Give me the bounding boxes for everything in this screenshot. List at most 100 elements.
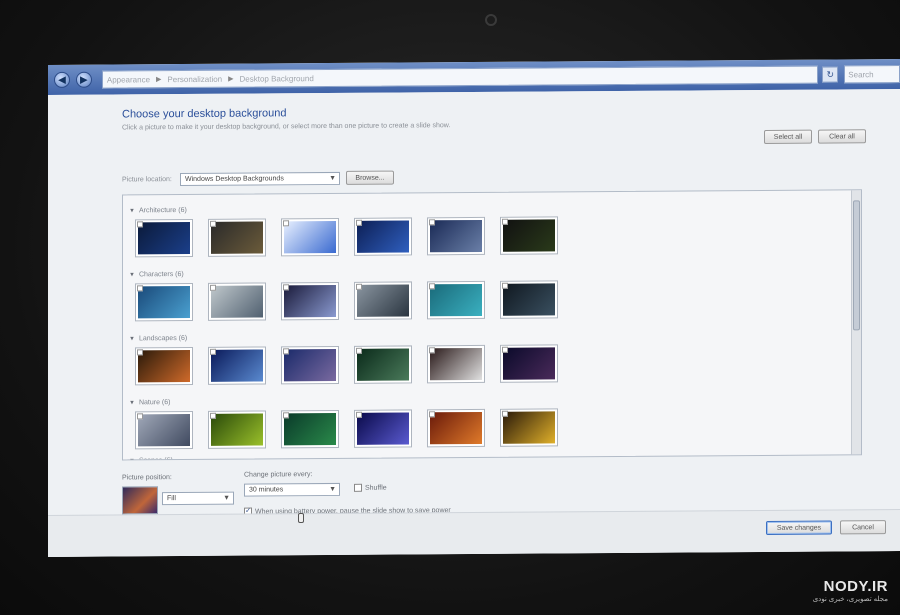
wallpaper-thumbnail[interactable]: [427, 216, 485, 256]
wallpaper-image: [357, 220, 409, 253]
wallpaper-image: [430, 283, 482, 317]
thumbnail-checkbox[interactable]: [137, 221, 143, 228]
thumbnail-checkbox[interactable]: [502, 282, 508, 289]
thumbnail-checkbox[interactable]: [356, 283, 362, 290]
shuffle-checkbox[interactable]: [354, 483, 362, 492]
watermark-logo: NODY.IR: [823, 578, 888, 595]
collapse-arrow-icon[interactable]: ▼: [129, 400, 135, 406]
wallpaper-image: [138, 349, 190, 383]
gallery-group-header[interactable]: ▼ Architecture (6): [129, 207, 187, 214]
wallpaper-thumbnail[interactable]: [208, 218, 266, 257]
thumbnail-checkbox[interactable]: [429, 347, 435, 354]
wallpaper-thumbnail[interactable]: [427, 344, 485, 384]
scroll-thumb[interactable]: [853, 200, 860, 331]
cancel-button[interactable]: Cancel: [840, 520, 886, 535]
collapse-arrow-icon[interactable]: ▼: [129, 272, 135, 278]
wallpaper-thumbnail[interactable]: [354, 217, 412, 256]
thumbnail-checkbox[interactable]: [210, 348, 216, 355]
wallpaper-thumbnail[interactable]: [281, 409, 339, 449]
change-interval-select[interactable]: 30 minutes ▼: [244, 482, 340, 497]
wallpaper-thumbnail[interactable]: [135, 282, 193, 322]
wallpaper-thumbnail[interactable]: [135, 346, 193, 386]
back-button[interactable]: ◀: [54, 71, 70, 88]
thumbnail-checkbox[interactable]: [137, 349, 143, 356]
select-all-button[interactable]: Select all: [764, 129, 812, 144]
thumbnail-checkbox[interactable]: [283, 348, 289, 355]
wallpaper-thumbnail[interactable]: [281, 217, 339, 257]
thumbnail-checkbox[interactable]: [502, 218, 508, 225]
thumbnail-checkbox[interactable]: [210, 284, 216, 291]
thumbnail-checkbox[interactable]: [502, 346, 508, 353]
collapse-arrow-icon[interactable]: ▼: [129, 336, 135, 342]
thumbnail-checkbox[interactable]: [137, 285, 143, 292]
wallpaper-thumbnail[interactable]: [281, 345, 339, 385]
save-changes-button[interactable]: Save changes: [766, 520, 832, 535]
thumbnail-checkbox[interactable]: [356, 347, 362, 354]
wallpaper-image: [284, 412, 336, 446]
thumbnail-checkbox[interactable]: [283, 284, 289, 291]
wallpaper-thumbnail[interactable]: [208, 410, 266, 449]
wallpaper-thumbnail[interactable]: [354, 281, 412, 320]
wallpaper-thumbnail[interactable]: [135, 410, 193, 450]
gallery-group-title: Characters (6): [138, 271, 184, 279]
gallery-group-header[interactable]: ▼ Nature (6): [129, 399, 170, 406]
wallpaper-thumbnail[interactable]: [500, 344, 558, 383]
watermark: NODY.IR مجله تصویری، خبری نودی: [813, 578, 888, 603]
forward-button[interactable]: ▶: [75, 71, 92, 88]
wallpaper-image: [211, 221, 263, 254]
picture-location-select[interactable]: Windows Desktop Backgrounds ▼: [180, 171, 340, 186]
thumbnail-checkbox[interactable]: [356, 411, 362, 418]
gallery-group-header[interactable]: ▼ Characters (6): [129, 271, 184, 278]
thumbnail-checkbox[interactable]: [283, 220, 289, 227]
thumbnail-checkbox[interactable]: [429, 283, 435, 290]
gallery-group-header[interactable]: ▼ Scenes (6): [129, 457, 173, 460]
selection-buttons: Select all Clear all: [764, 129, 866, 144]
address-bar[interactable]: Appearance ▶ Personalization ▶ Desktop B…: [101, 65, 819, 89]
wallpaper-image: [138, 285, 190, 319]
wallpaper-thumbnail[interactable]: [427, 408, 485, 448]
gallery-group-title: Scenes (6): [139, 457, 173, 460]
shuffle-option[interactable]: Shuffle: [354, 483, 387, 492]
wallpaper-thumbnail[interactable]: [500, 280, 558, 319]
thumbnail-checkbox[interactable]: [502, 410, 508, 417]
breadcrumb-item[interactable]: Appearance: [107, 75, 150, 84]
thumbnail-checkbox[interactable]: [210, 220, 216, 227]
thumbnail-checkbox[interactable]: [137, 413, 143, 420]
breadcrumb-item[interactable]: Personalization: [167, 74, 222, 83]
browse-button[interactable]: Browse...: [346, 170, 394, 185]
search-input[interactable]: Search: [844, 65, 900, 84]
wallpaper-thumbnail[interactable]: [427, 280, 485, 320]
clear-all-button[interactable]: Clear all: [818, 129, 866, 144]
thumbnail-checkbox[interactable]: [429, 411, 435, 418]
refresh-button[interactable]: ↻: [822, 66, 839, 83]
collapse-arrow-icon[interactable]: ▼: [129, 458, 135, 461]
mouse-cursor-icon: [298, 513, 304, 523]
wallpaper-thumbnail[interactable]: [208, 282, 266, 321]
wallpaper-image: [138, 221, 190, 255]
wallpaper-image: [211, 413, 263, 446]
picture-location-row: Picture location: Windows Desktop Backgr…: [122, 170, 394, 187]
chevron-down-icon: ▼: [329, 485, 336, 494]
thumbnail-checkbox[interactable]: [210, 412, 216, 419]
picture-position-select[interactable]: Fill ▼: [162, 491, 234, 506]
wallpaper-image: [211, 285, 263, 318]
collapse-arrow-icon[interactable]: ▼: [129, 208, 135, 214]
screen: ◀ ▶ Appearance ▶ Personalization ▶ Deskt…: [48, 59, 900, 557]
gallery-group-header[interactable]: ▼ Landscapes (6): [129, 335, 187, 342]
wallpaper-thumbnail[interactable]: [354, 345, 412, 384]
wallpaper-thumbnail[interactable]: [500, 408, 558, 447]
wallpaper-thumbnail[interactable]: [208, 346, 266, 385]
wallpaper-thumbnail[interactable]: [281, 281, 339, 321]
breadcrumb-item[interactable]: Desktop Background: [240, 74, 314, 84]
gallery-scrollbar[interactable]: [851, 190, 861, 455]
thumbnail-row: [135, 216, 558, 258]
wallpaper-thumbnail[interactable]: [500, 216, 558, 255]
picture-position-label: Picture position:: [122, 474, 172, 482]
thumbnail-checkbox[interactable]: [283, 412, 289, 419]
thumbnail-checkbox[interactable]: [429, 219, 435, 226]
wallpaper-thumbnail[interactable]: [354, 409, 412, 448]
thumbnail-checkbox[interactable]: [356, 219, 362, 226]
wallpaper-thumbnail[interactable]: [135, 218, 193, 258]
wallpaper-image: [138, 413, 190, 447]
thumbnail-row: [135, 344, 558, 386]
